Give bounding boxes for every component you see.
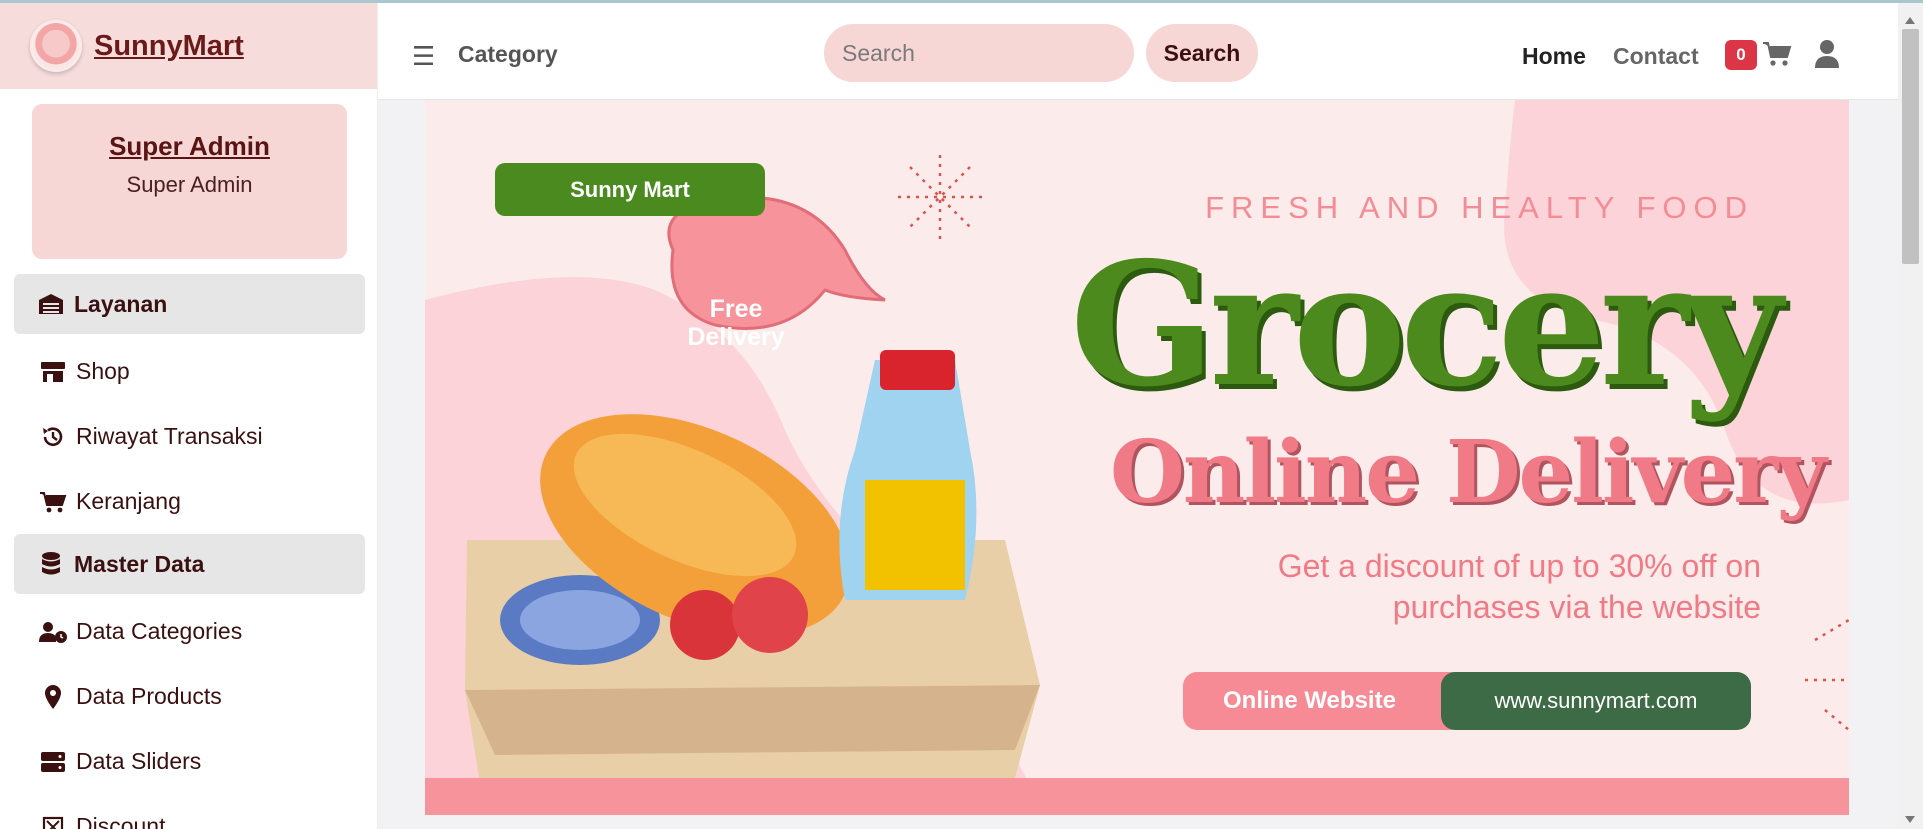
sidebar-menu: Layanan Shop Riwayat Transaksi Keranjang… — [14, 274, 365, 829]
search-input[interactable] — [824, 24, 1134, 82]
brand-name[interactable]: SunnyMart — [94, 30, 244, 63]
sidebar-item-label: Data Categories — [76, 618, 243, 644]
nav-link-contact[interactable]: Contact — [1613, 43, 1699, 70]
history-icon — [38, 424, 68, 450]
layanan-icon — [36, 291, 66, 317]
discount-icon — [38, 814, 68, 829]
sidebar-item-keranjang[interactable]: Keranjang — [14, 469, 365, 534]
cart-count-badge[interactable]: 0 — [1725, 40, 1757, 70]
scrollbar-thumb[interactable] — [1902, 29, 1919, 264]
banner-title-2: Online Delivery — [1110, 422, 1827, 523]
profile-name[interactable]: Super Admin — [32, 131, 347, 162]
sidebar-item-label: Riwayat Transaksi — [76, 423, 263, 449]
sidebar-item-riwayat-transaksi[interactable]: Riwayat Transaksi — [14, 404, 365, 469]
server-icon — [38, 749, 68, 775]
banner-title: Grocery — [1070, 225, 1782, 425]
promo-banner[interactable]: Sunny Mart Free Delivery FRESH AND HEALT… — [425, 100, 1849, 815]
scroll-down-arrow-icon[interactable] — [1905, 816, 1915, 823]
database-icon — [36, 551, 66, 577]
sidebar-item-discount[interactable]: Discount — [14, 794, 365, 829]
online-website-label: Online Website — [1183, 672, 1453, 730]
profile-role: Super Admin — [126, 172, 253, 197]
banner-subtitle: FRESH AND HEALTY FOOD — [1205, 190, 1754, 225]
sidebar-item-data-categories[interactable]: Data Categories — [14, 599, 365, 664]
brand-header[interactable]: SunnyMart — [0, 3, 377, 89]
sidebar-item-data-sliders[interactable]: Data Sliders — [14, 729, 365, 794]
scroll-up-arrow-icon[interactable] — [1905, 17, 1915, 24]
free-delivery-bubble: Free Delivery — [643, 295, 829, 351]
menu-heading-master-data[interactable]: Master Data — [14, 534, 365, 594]
shopping-cart-icon[interactable] — [1762, 40, 1792, 68]
hamburger-menu-icon[interactable]: ☰ — [412, 41, 435, 72]
page-scrollbar[interactable] — [1898, 3, 1923, 829]
category-menu[interactable]: Category — [458, 41, 558, 68]
brand-logo — [30, 20, 82, 72]
cart-icon — [38, 489, 68, 515]
map-pin-icon — [38, 684, 68, 710]
bubble-line-2: Delivery — [687, 323, 785, 351]
menu-heading-label: Layanan — [74, 290, 168, 317]
shop-icon — [38, 359, 68, 385]
sunny-mart-tag: Sunny Mart — [495, 163, 765, 216]
sidebar-item-label: Data Sliders — [76, 748, 202, 774]
bubble-line-1: Free — [709, 295, 763, 323]
banner-bottom-strip — [425, 778, 1849, 815]
top-navbar: ☰ Category Search Home Contact 0 — [378, 3, 1898, 100]
nav-link-home[interactable]: Home — [1522, 43, 1586, 70]
sidebar-item-label: Discount — [76, 813, 166, 829]
sidebar: SunnyMart Super Admin Super Admin Layana… — [0, 3, 378, 829]
user-profile-icon[interactable] — [1814, 39, 1840, 69]
sidebar-item-label: Data Products — [76, 683, 222, 709]
banner-discount-text: Get a discount of up to 30% off on purch… — [1141, 546, 1761, 628]
sidebar-item-label: Keranjang — [76, 488, 181, 514]
menu-heading-layanan[interactable]: Layanan — [14, 274, 365, 334]
sidebar-item-shop[interactable]: Shop — [14, 339, 365, 404]
menu-heading-label: Master Data — [74, 550, 205, 577]
user-clock-icon — [38, 619, 68, 645]
discount-line-2: purchases via the website — [1392, 589, 1761, 625]
search-button[interactable]: Search — [1146, 24, 1258, 82]
sidebar-item-data-products[interactable]: Data Products — [14, 664, 365, 729]
sidebar-item-label: Shop — [76, 358, 130, 384]
website-url: www.sunnymart.com — [1441, 672, 1751, 730]
profile-card: Super Admin Super Admin — [32, 104, 347, 259]
discount-line-1: Get a discount of up to 30% off on — [1277, 548, 1761, 584]
